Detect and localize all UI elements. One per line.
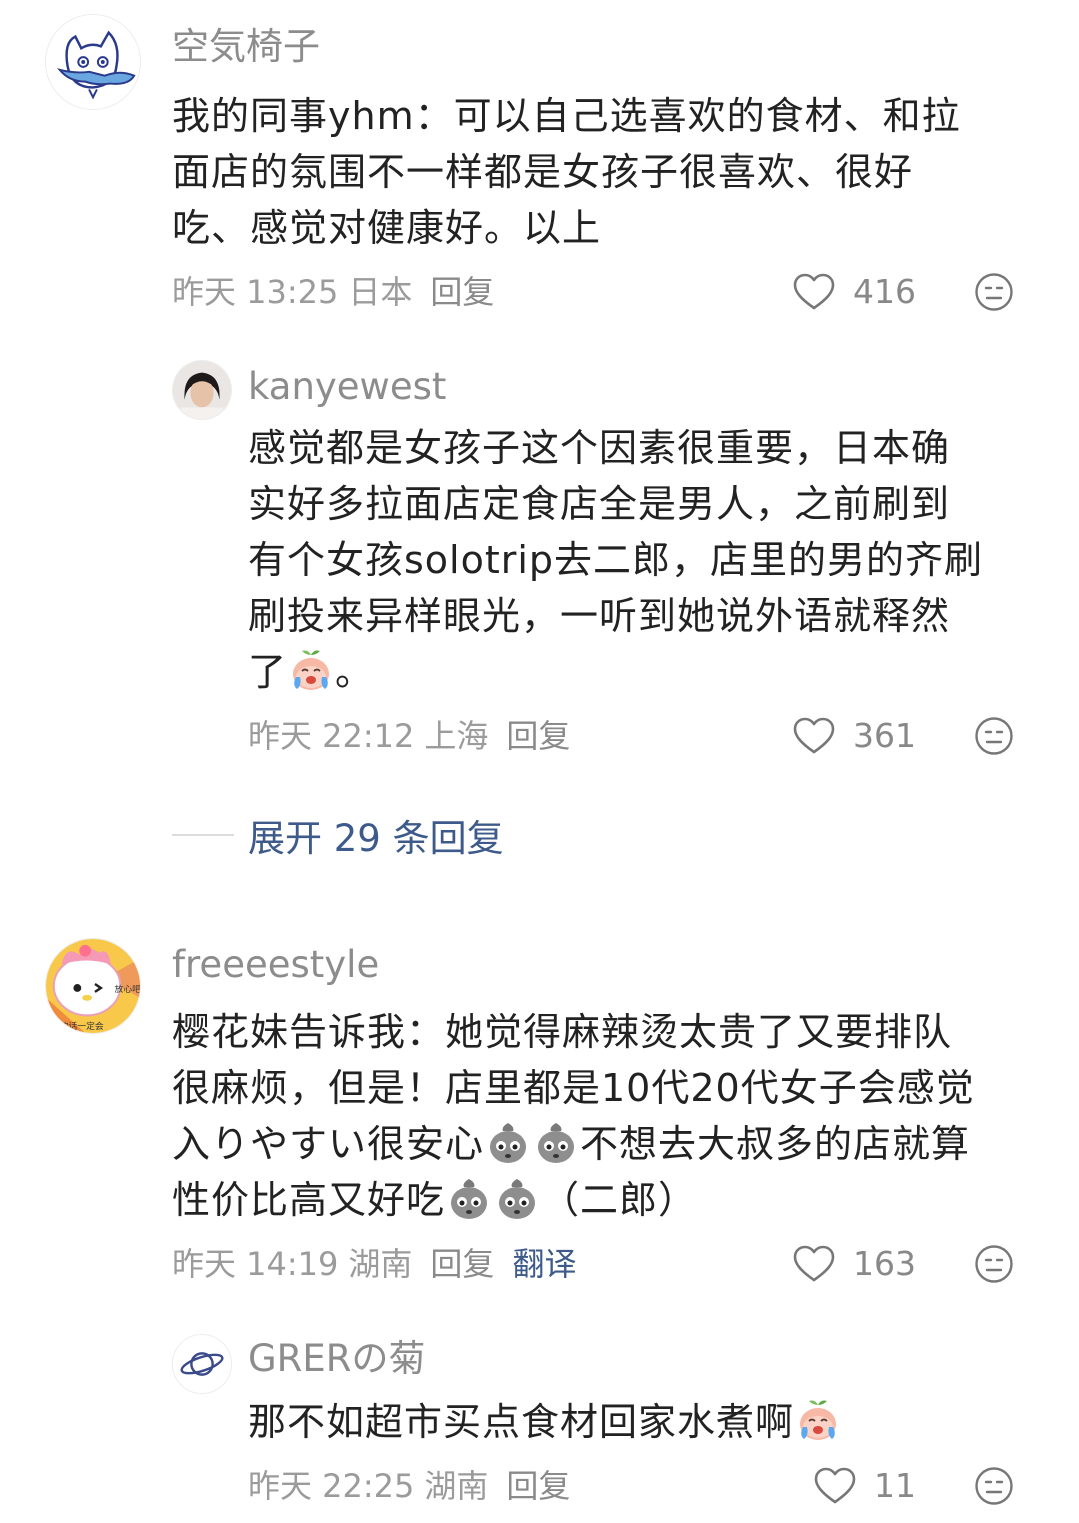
comment-text-line: 感觉都是女孩子这个因素很重要，日本确 bbox=[248, 426, 951, 470]
crying-peach-emoji-icon bbox=[288, 647, 334, 693]
comment-text: 感觉都是女孩子这个因素很重要，日本确 实好多拉面店定食店全是男人，之前刷到 有个… bbox=[248, 420, 1048, 700]
comment-text-line: 我的同事yhm：可以自己选喜欢的食材、和拉 bbox=[172, 94, 961, 138]
comment-location: 上海 bbox=[424, 717, 489, 755]
comment-text-line: 性价比高又好吃 （二郎） bbox=[172, 1172, 1042, 1228]
heart-icon bbox=[793, 717, 835, 755]
heart-icon bbox=[814, 1467, 856, 1505]
dislike-face-icon[interactable] bbox=[974, 716, 1014, 756]
comment-time: 昨天 22:12 bbox=[248, 717, 415, 755]
comment-location: 日本 bbox=[348, 273, 413, 311]
grey-bag-emoji-icon bbox=[494, 1175, 540, 1221]
like-count: 361 bbox=[853, 716, 916, 755]
comment-username[interactable]: 空気椅子 bbox=[172, 28, 320, 65]
comment-text-line: 那不如超市买点食材回家水煮啊 bbox=[248, 1394, 1048, 1450]
comment-location: 湖南 bbox=[424, 1467, 489, 1505]
comment-list: 空気椅子 我的同事yhm：可以自己选喜欢的食材、和拉 面店的氛围不一样都是女孩子… bbox=[0, 0, 1079, 1523]
comment-meta: 昨天 14:19 湖南 回复 翻译 bbox=[172, 1248, 576, 1280]
reply-button[interactable]: 回复 bbox=[506, 1470, 570, 1502]
divider-line bbox=[172, 834, 234, 836]
avatar-caption: 放心吧 bbox=[115, 983, 140, 995]
dislike-face-icon[interactable] bbox=[974, 1244, 1014, 1284]
comment-text-line: 有个女孩solotrip去二郎，店里的男的齐刷 bbox=[248, 538, 984, 582]
comment-text: 我的同事yhm：可以自己选喜欢的食材、和拉 面店的氛围不一样都是女孩子很喜欢、很… bbox=[172, 88, 1032, 256]
like-button[interactable]: 163 bbox=[793, 1244, 916, 1283]
comment-meta: 昨天 13:25 日本 回复 bbox=[172, 276, 494, 308]
grey-bag-emoji-icon bbox=[446, 1175, 492, 1221]
comment-username[interactable]: freeeestyle bbox=[172, 946, 379, 983]
comment-time: 昨天 14:19 bbox=[172, 1245, 339, 1283]
dislike-face-icon[interactable] bbox=[974, 272, 1014, 312]
comment-location: 湖南 bbox=[348, 1245, 413, 1283]
comment-text-line: 入りやすい很安心 不想去大叔多的店就算 bbox=[172, 1116, 1042, 1172]
comment-text-line: 刷投来异样眼光，一听到她说外语就释然 bbox=[248, 594, 951, 638]
like-button[interactable]: 361 bbox=[793, 716, 916, 755]
person-photo-avatar-icon[interactable] bbox=[172, 360, 232, 420]
comment-text: 樱花妹告诉我：她觉得麻辣烫太贵了又要排队 很麻烦，但是！店里都是10代20代女子… bbox=[172, 1004, 1042, 1228]
reply-button[interactable]: 回复 bbox=[430, 1248, 494, 1280]
comment-text-line: 实好多拉面店定食店全是男人，之前刷到 bbox=[248, 482, 951, 526]
translate-button[interactable]: 翻译 bbox=[512, 1248, 576, 1280]
comment-time: 昨天 13:25 bbox=[172, 273, 339, 311]
avatar-caption: 的话一定会 bbox=[60, 1020, 104, 1032]
like-count: 416 bbox=[853, 272, 916, 311]
planet-avatar-icon[interactable] bbox=[172, 1334, 232, 1394]
grey-bag-emoji-icon bbox=[485, 1119, 531, 1165]
comment-meta: 昨天 22:25 湖南 回复 bbox=[248, 1470, 570, 1502]
melody-avatar-icon[interactable]: 放心吧 的话一定会 bbox=[45, 938, 141, 1034]
heart-icon bbox=[793, 273, 835, 311]
like-count: 163 bbox=[853, 1244, 916, 1283]
dislike-face-icon[interactable] bbox=[974, 1466, 1014, 1506]
like-count: 11 bbox=[874, 1466, 916, 1505]
comment-username[interactable]: GRERの菊 bbox=[248, 1340, 425, 1377]
grey-bag-emoji-icon bbox=[533, 1119, 579, 1165]
comment-text: 那不如超市买点食材回家水煮啊 bbox=[248, 1394, 1048, 1450]
expand-replies-button[interactable]: 展开 29 条回复 bbox=[172, 808, 504, 862]
comment-time: 昨天 22:25 bbox=[248, 1467, 415, 1505]
cat-doodle-avatar-icon[interactable] bbox=[45, 14, 141, 110]
reply-button[interactable]: 回复 bbox=[430, 276, 494, 308]
comment-username[interactable]: kanyewest bbox=[248, 368, 446, 405]
comment-meta: 昨天 22:12 上海 回复 bbox=[248, 720, 570, 752]
comment-text-line: 很麻烦，但是！店里都是10代20代女子会感觉 bbox=[172, 1066, 975, 1110]
comment-text-line: 樱花妹告诉我：她觉得麻辣烫太贵了又要排队 bbox=[172, 1010, 953, 1054]
reply-button[interactable]: 回复 bbox=[506, 720, 570, 752]
comment-text-line: 面店的氛围不一样都是女孩子很喜欢、很好 bbox=[172, 150, 914, 194]
comment-text-line: 吃、感觉对健康好。以上 bbox=[172, 206, 602, 250]
heart-icon bbox=[793, 1245, 835, 1283]
like-button[interactable]: 416 bbox=[793, 272, 916, 311]
crying-peach-emoji-icon bbox=[795, 1397, 841, 1443]
comment-text-line: 了。 bbox=[248, 644, 1048, 700]
like-button[interactable]: 11 bbox=[814, 1466, 916, 1505]
expand-replies-label[interactable]: 展开 29 条回复 bbox=[248, 808, 504, 862]
